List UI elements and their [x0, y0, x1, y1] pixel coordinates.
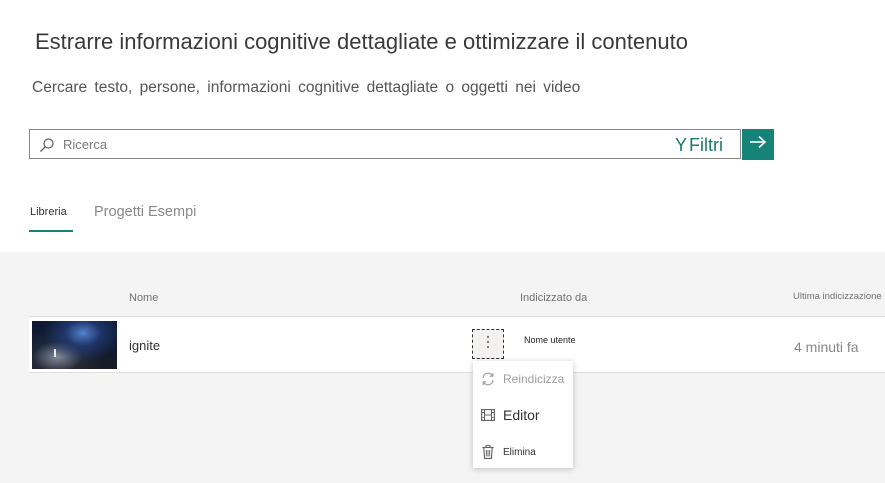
menu-item-reindex[interactable]: Reindicizza	[473, 364, 573, 394]
more-options-button[interactable]	[472, 329, 504, 359]
filters-button[interactable]: Y Filtri	[675, 133, 723, 157]
menu-label-reindex: Reindicizza	[503, 372, 565, 386]
refresh-icon	[481, 372, 495, 386]
menu-item-delete[interactable]: Elimina	[473, 437, 573, 467]
table-row[interactable]: ignite Nome utente 4 minuti fa	[29, 316, 885, 373]
search-input[interactable]	[63, 130, 623, 158]
search-submit-button[interactable]	[742, 129, 774, 160]
film-icon	[481, 408, 495, 422]
thumbnail-figure	[54, 349, 56, 357]
column-header-indexed-by[interactable]: Indicizzato da	[520, 292, 587, 304]
page-title: Estrarre informazioni cognitive dettagli…	[35, 29, 688, 54]
search-box: Y Filtri	[29, 129, 741, 159]
menu-label-editor: Editor	[503, 407, 540, 423]
column-header-name[interactable]: Nome	[129, 292, 158, 304]
column-header-last-indexed[interactable]: Ultima indicizzazione	[793, 291, 882, 302]
menu-item-editor[interactable]: Editor	[473, 400, 573, 430]
menu-label-delete: Elimina	[503, 446, 536, 458]
filter-icon: Y	[675, 134, 688, 155]
more-vertical-icon	[486, 334, 490, 355]
context-menu: Reindicizza Editor Elimina	[473, 361, 573, 468]
arrow-right-icon	[749, 135, 767, 154]
page-subtitle: Cercare testo, persone, informazioni cog…	[32, 79, 581, 96]
tab-projects-samples[interactable]: Progetti Esempi	[94, 204, 196, 220]
tab-library[interactable]: Libreria	[29, 206, 74, 218]
indexed-by-value: Nome utente	[524, 335, 576, 345]
video-thumbnail[interactable]	[32, 321, 117, 369]
video-name[interactable]: ignite	[129, 338, 160, 353]
filters-label: Filtri	[689, 134, 724, 155]
search-icon	[39, 137, 55, 153]
tab-active-indicator	[29, 230, 73, 232]
trash-icon	[481, 445, 495, 459]
last-indexed-value: 4 minuti fa	[794, 339, 859, 355]
